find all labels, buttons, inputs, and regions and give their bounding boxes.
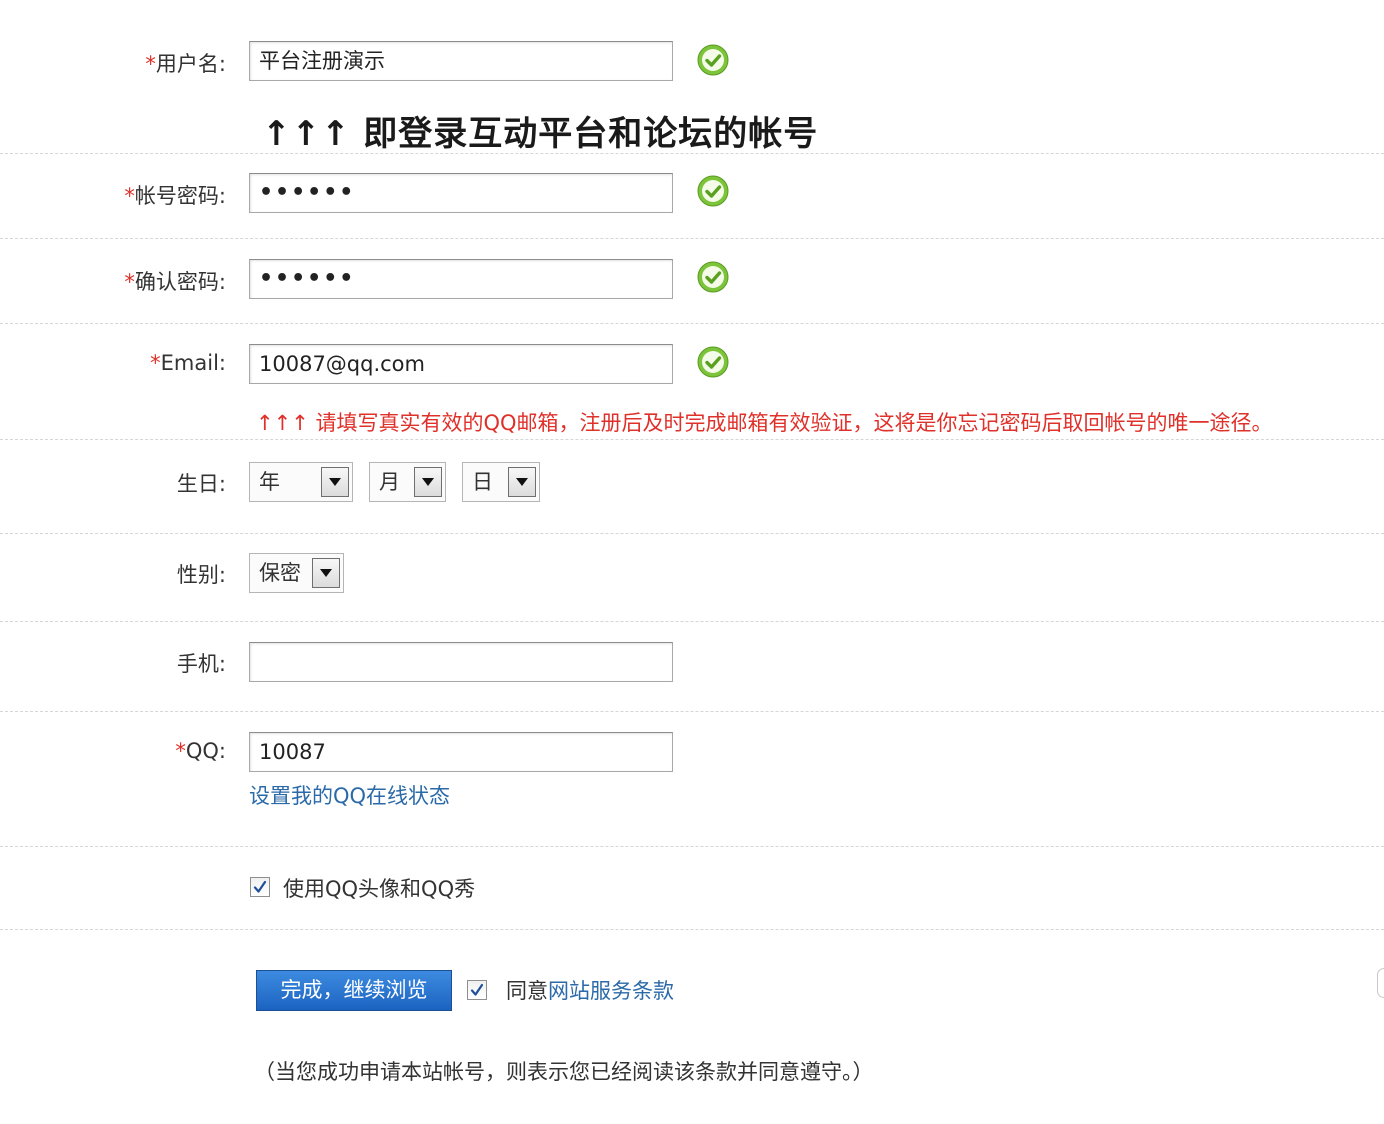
chevron-down-icon <box>312 558 340 588</box>
email-label-text: Email: <box>160 351 226 375</box>
mobile-input[interactable] <box>249 642 673 682</box>
username-label: *用户名: <box>0 48 226 78</box>
username-label-text: 用户名: <box>155 52 226 76</box>
birthday-day-value: 日 <box>472 470 493 494</box>
gender-select[interactable]: 保密 <box>249 553 344 593</box>
submit-button[interactable]: 完成，继续浏览 <box>256 970 452 1011</box>
agree-text: 同意网站服务条款 <box>506 975 674 1005</box>
agree-prefix: 同意 <box>506 979 548 1003</box>
password-label: *帐号密码: <box>0 180 226 210</box>
divider <box>0 323 1384 324</box>
qq-label-text: QQ: <box>185 739 226 763</box>
registration-form: *用户名: 平台注册演示 ↑↑↑ 即登录互动平台和论坛的帐号 *帐号密码: ••… <box>0 0 1384 1124</box>
birthday-year-value: 年 <box>259 470 280 494</box>
username-input[interactable]: 平台注册演示 <box>249 41 673 81</box>
required-mark: * <box>175 739 186 763</box>
checkmark-icon <box>470 983 484 996</box>
required-mark: * <box>124 184 135 208</box>
divider <box>0 711 1384 712</box>
divider <box>0 846 1384 847</box>
chevron-down-icon <box>321 467 349 497</box>
check-circle-icon <box>697 261 729 293</box>
email-input[interactable]: 10087@qq.com <box>249 344 673 384</box>
gender-value: 保密 <box>259 561 301 585</box>
confirm-password-label-text: 确认密码: <box>134 270 226 294</box>
agree-checkbox[interactable] <box>467 980 487 1000</box>
confirm-password-input[interactable]: •••••• <box>249 259 673 299</box>
qq-label: *QQ: <box>0 739 226 763</box>
confirm-password-label: *确认密码: <box>0 266 226 296</box>
agreement-notice: （当您成功申请本站帐号，则表示您已经阅读该条款并同意遵守。） <box>254 1060 874 1084</box>
email-label: *Email: <box>0 351 226 375</box>
chevron-down-icon <box>508 467 536 497</box>
divider <box>0 153 1384 154</box>
divider <box>0 238 1384 239</box>
use-qq-avatar-label[interactable]: 使用QQ头像和QQ秀 <box>283 873 475 903</box>
divider <box>0 621 1384 622</box>
check-circle-icon <box>697 44 729 76</box>
gender-label: 性别: <box>176 563 226 587</box>
birthday-month-value: 月 <box>379 470 400 494</box>
password-input[interactable]: •••••• <box>249 173 673 213</box>
email-hint: ↑↑↑ 请填写真实有效的QQ邮箱，注册后及时完成邮箱有效验证，这将是你忘记密码后… <box>256 411 1273 435</box>
birthday-label: 生日: <box>176 472 226 496</box>
chevron-down-icon <box>414 467 442 497</box>
divider <box>0 929 1384 930</box>
divider <box>0 439 1384 440</box>
divider <box>0 533 1384 534</box>
check-circle-icon <box>697 175 729 207</box>
check-circle-icon <box>697 346 729 378</box>
use-qq-avatar-checkbox[interactable] <box>250 877 270 897</box>
qq-status-link[interactable]: 设置我的QQ在线状态 <box>249 780 450 810</box>
qq-input[interactable]: 10087 <box>249 732 673 772</box>
required-mark: * <box>124 270 135 294</box>
username-hint: ↑↑↑ 即登录互动平台和论坛的帐号 <box>262 114 819 154</box>
scroll-edge <box>1377 968 1384 998</box>
terms-link[interactable]: 网站服务条款 <box>548 979 674 1003</box>
birthday-day-select[interactable]: 日 <box>462 462 540 502</box>
birthday-month-select[interactable]: 月 <box>369 462 446 502</box>
birthday-year-select[interactable]: 年 <box>249 462 353 502</box>
checkmark-icon <box>253 880 267 893</box>
required-mark: * <box>150 351 161 375</box>
mobile-label: 手机: <box>176 652 226 676</box>
required-mark: * <box>145 52 156 76</box>
password-label-text: 帐号密码: <box>134 184 226 208</box>
